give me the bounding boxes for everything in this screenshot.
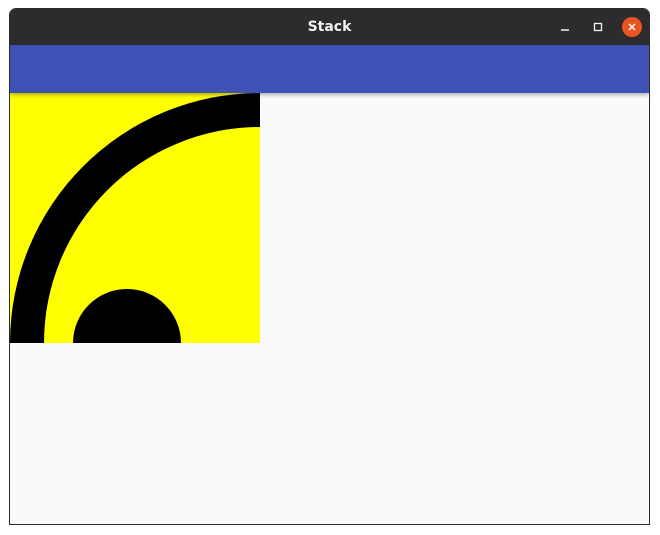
maximize-button[interactable]: [588, 17, 608, 37]
content-area: [10, 93, 649, 524]
close-icon: [628, 23, 636, 31]
minimize-icon: [561, 29, 569, 31]
close-button[interactable]: [622, 17, 642, 37]
app-window: Stack: [9, 8, 650, 525]
stack-drawing: [10, 93, 260, 343]
minimize-button[interactable]: [555, 17, 575, 37]
maximize-icon: [593, 22, 603, 32]
app-bar: [10, 45, 649, 93]
stack-container: [10, 93, 260, 343]
window-title: Stack: [307, 19, 352, 35]
title-bar[interactable]: Stack: [10, 9, 649, 45]
